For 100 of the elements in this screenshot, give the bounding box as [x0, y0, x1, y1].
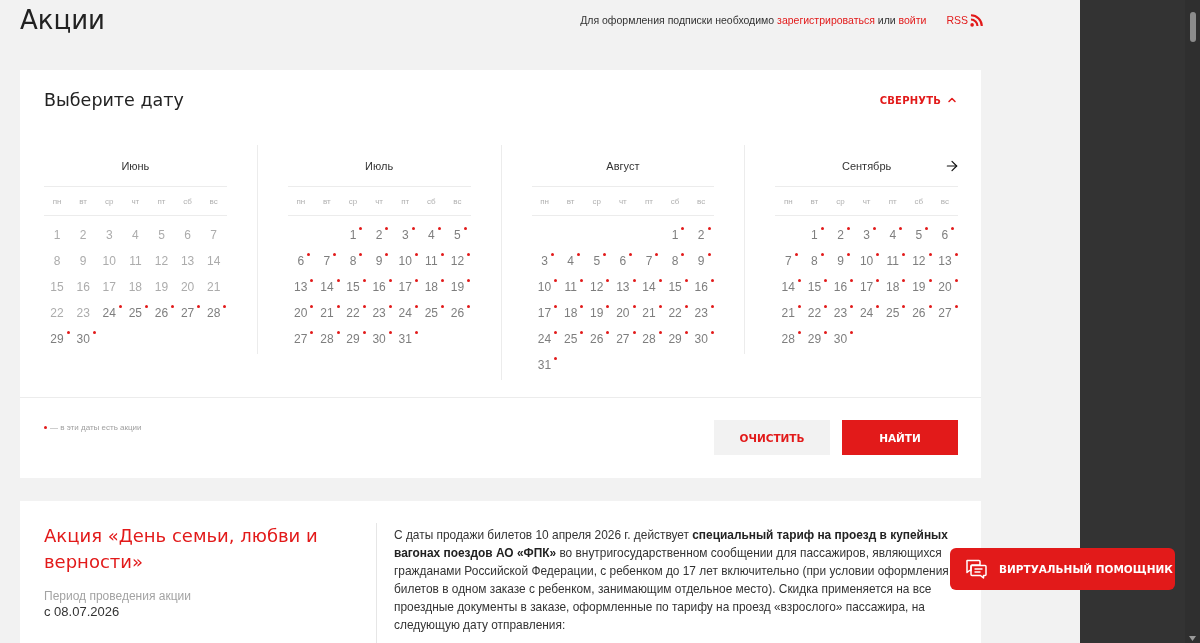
collapse-toggle[interactable]: СВЕРНУТЬ	[879, 94, 958, 106]
calendar-day[interactable]: 19	[583, 300, 610, 326]
calendar-day[interactable]: 1	[801, 222, 828, 248]
calendar-day[interactable]: 7	[775, 248, 802, 274]
calendar-day[interactable]: 25	[418, 300, 445, 326]
calendar-day[interactable]: 18	[418, 274, 445, 300]
calendar-day[interactable]: 20	[931, 274, 958, 300]
calendar-day[interactable]: 5	[905, 222, 932, 248]
calendar-day[interactable]: 1	[339, 222, 367, 248]
calendar-day[interactable]: 26	[148, 300, 175, 326]
calendar-day[interactable]: 14	[313, 274, 340, 300]
calendar-day[interactable]: 25	[879, 300, 906, 326]
calendar-day[interactable]: 12	[444, 248, 471, 274]
calendar-day[interactable]: 7	[313, 248, 340, 274]
calendar-day[interactable]: 29	[662, 326, 689, 352]
calendar-day[interactable]: 26	[583, 326, 610, 352]
calendar-day[interactable]: 23	[827, 300, 854, 326]
clear-button[interactable]: ОЧИСТИТЬ	[714, 420, 830, 455]
calendar-day[interactable]: 20	[609, 300, 636, 326]
calendar-day[interactable]: 17	[853, 274, 880, 300]
calendar-day[interactable]: 19	[444, 274, 471, 300]
calendar-day[interactable]: 19	[905, 274, 932, 300]
calendar-day[interactable]: 24	[96, 300, 123, 326]
scroll-down-arrow-icon[interactable]	[1189, 636, 1196, 641]
calendar-day[interactable]: 2	[827, 222, 854, 248]
calendar-day[interactable]: 29	[801, 326, 828, 352]
calendar-day[interactable]: 17	[392, 274, 419, 300]
calendar-day[interactable]: 8	[662, 248, 689, 274]
calendar-day[interactable]: 8	[339, 248, 367, 274]
calendar-day[interactable]: 3	[392, 222, 419, 248]
calendar-day[interactable]: 11	[557, 274, 584, 300]
calendar-day[interactable]: 8	[801, 248, 828, 274]
next-month-button[interactable]	[944, 158, 960, 174]
calendar-day[interactable]: 13	[287, 274, 314, 300]
calendar-day[interactable]: 9	[366, 248, 393, 274]
calendar-day[interactable]: 6	[287, 248, 314, 274]
calendar-day[interactable]: 23	[366, 300, 393, 326]
promo-title[interactable]: Акция «День семьи, любви и верности»	[44, 523, 352, 575]
calendar-day[interactable]: 9	[827, 248, 854, 274]
calendar-day[interactable]: 1	[662, 222, 689, 248]
calendar-day[interactable]: 12	[905, 248, 932, 274]
scrollbar[interactable]	[1185, 0, 1200, 643]
calendar-day[interactable]: 16	[827, 274, 854, 300]
calendar-day[interactable]: 30	[70, 326, 97, 352]
calendar-day[interactable]: 15	[339, 274, 367, 300]
calendar-day[interactable]: 28	[635, 326, 663, 352]
calendar-day[interactable]: 3	[853, 222, 880, 248]
calendar-day[interactable]: 25	[557, 326, 584, 352]
calendar-day[interactable]: 5	[444, 222, 471, 248]
calendar-day[interactable]: 24	[531, 326, 558, 352]
calendar-day[interactable]: 22	[801, 300, 828, 326]
calendar-day[interactable]: 16	[366, 274, 393, 300]
calendar-day[interactable]: 7	[635, 248, 663, 274]
calendar-day[interactable]: 27	[609, 326, 636, 352]
calendar-day[interactable]: 14	[635, 274, 663, 300]
calendar-day[interactable]: 14	[775, 274, 802, 300]
calendar-day[interactable]: 16	[688, 274, 715, 300]
calendar-day[interactable]: 31	[392, 326, 419, 352]
calendar-day[interactable]: 28	[313, 326, 340, 352]
calendar-day[interactable]: 4	[557, 248, 584, 274]
calendar-day[interactable]: 10	[853, 248, 880, 274]
calendar-day[interactable]: 13	[931, 248, 958, 274]
calendar-day[interactable]: 21	[313, 300, 340, 326]
calendar-day[interactable]: 13	[609, 274, 636, 300]
scrollbar-thumb[interactable]	[1189, 12, 1196, 42]
calendar-day[interactable]: 10	[531, 274, 558, 300]
calendar-day[interactable]: 27	[287, 326, 314, 352]
virtual-assistant-button[interactable]: ВИРТУАЛЬНЫЙ ПОМОЩНИК	[950, 548, 1175, 590]
calendar-day[interactable]: 4	[418, 222, 445, 248]
calendar-day[interactable]: 12	[583, 274, 610, 300]
calendar-day[interactable]: 30	[366, 326, 393, 352]
calendar-day[interactable]: 24	[392, 300, 419, 326]
calendar-day[interactable]: 25	[122, 300, 149, 326]
calendar-day[interactable]: 18	[557, 300, 584, 326]
rss-link[interactable]: RSS	[946, 13, 983, 27]
calendar-day[interactable]: 30	[688, 326, 715, 352]
calendar-day[interactable]: 10	[392, 248, 419, 274]
calendar-day[interactable]: 6	[931, 222, 958, 248]
calendar-day[interactable]: 30	[827, 326, 854, 352]
calendar-day[interactable]: 23	[688, 300, 715, 326]
calendar-day[interactable]: 15	[801, 274, 828, 300]
calendar-day[interactable]: 26	[444, 300, 471, 326]
calendar-day[interactable]: 17	[531, 300, 558, 326]
calendar-day[interactable]: 11	[418, 248, 445, 274]
calendar-day[interactable]: 21	[635, 300, 663, 326]
calendar-day[interactable]: 27	[931, 300, 958, 326]
calendar-day[interactable]: 27	[174, 300, 201, 326]
calendar-day[interactable]: 11	[879, 248, 906, 274]
calendar-day[interactable]: 29	[44, 326, 71, 352]
calendar-day[interactable]: 3	[531, 248, 558, 274]
calendar-day[interactable]: 6	[609, 248, 636, 274]
calendar-day[interactable]: 21	[775, 300, 802, 326]
register-link[interactable]: зарегистрироваться	[777, 14, 875, 26]
calendar-day[interactable]: 22	[662, 300, 689, 326]
calendar-day[interactable]: 31	[531, 352, 558, 378]
calendar-day[interactable]: 5	[583, 248, 610, 274]
calendar-day[interactable]: 22	[339, 300, 367, 326]
calendar-day[interactable]: 15	[662, 274, 689, 300]
search-button[interactable]: НАЙТИ	[842, 420, 958, 455]
calendar-day[interactable]: 26	[905, 300, 932, 326]
